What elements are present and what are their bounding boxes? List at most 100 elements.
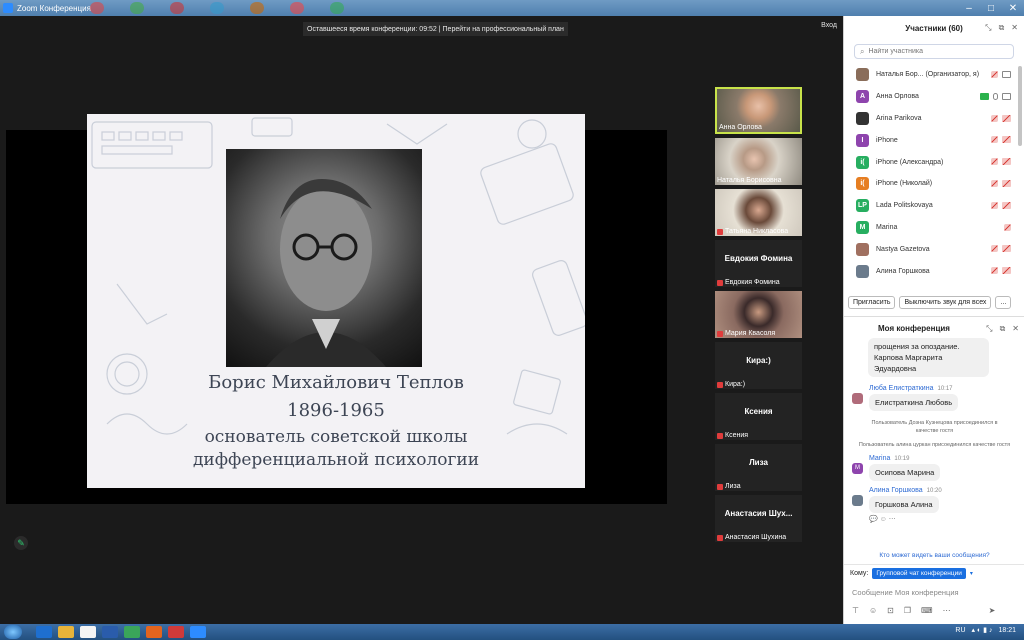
mic-icon[interactable]	[993, 92, 998, 100]
code-icon[interactable]: ⌨	[921, 606, 933, 615]
camera-off-icon[interactable]	[1002, 245, 1011, 253]
participant-name: Lada Politskovaya	[876, 202, 933, 210]
participant-search[interactable]: ⌕	[854, 44, 1014, 59]
chrome-icon[interactable]	[124, 626, 140, 638]
mic-off-icon[interactable]	[991, 158, 998, 166]
mic-off-icon[interactable]	[1004, 223, 1011, 231]
participant-row[interactable]: Наталья Бор... (Организатор, я)	[844, 64, 1024, 86]
camera-off-icon[interactable]	[1002, 114, 1011, 122]
collapse-icon[interactable]: ⤡	[986, 324, 992, 334]
gallery-tile[interactable]: Татьяна Никласова	[715, 189, 802, 236]
format-icon[interactable]: ⊤	[852, 606, 859, 615]
participant-row[interactable]: M Marina	[844, 217, 1024, 239]
invite-button[interactable]: Пригласить	[848, 296, 896, 309]
copy-icon[interactable]: ❐	[904, 606, 911, 615]
chat-message: прощения за опоздание. Карпова Маргарита…	[868, 338, 989, 377]
camera-icon[interactable]	[1002, 71, 1011, 78]
exit-label[interactable]: Вход	[821, 22, 837, 29]
media-icon[interactable]	[80, 626, 96, 638]
close-icon[interactable]: ✕	[1012, 324, 1019, 334]
participant-row[interactable]: Алина Горшкова	[844, 260, 1024, 282]
folder-icon[interactable]	[58, 626, 74, 638]
screen-share-icon	[980, 92, 989, 100]
gallery-tile[interactable]: Анна Орлова	[715, 87, 802, 134]
tile-name: Лиза	[717, 483, 741, 490]
collapse-icon[interactable]: ⤡	[985, 23, 991, 33]
portrait-photo	[226, 149, 422, 367]
mic-off-icon[interactable]	[991, 245, 998, 253]
mute-all-button[interactable]: Выключить звук для всех	[899, 296, 992, 309]
tile-name: Мария Квасоля	[717, 330, 775, 337]
message-actions[interactable]: 💬 ☺ ⋯	[869, 515, 942, 523]
windows-taskbar: RU ▴ ◐ ▮ ♪ 18:21	[0, 624, 1024, 640]
side-panel: Участники (60) ⤡ ⧉ ✕ ⌕ Наталья Бор... (О…	[843, 16, 1024, 624]
participant-row[interactable]: i( iPhone (Николай)	[844, 173, 1024, 195]
mic-off-icon[interactable]	[991, 267, 998, 275]
message-input[interactable]: Сообщение Моя конференция	[844, 582, 1024, 604]
mic-off-icon[interactable]	[991, 136, 998, 144]
zoom-icon[interactable]	[190, 626, 206, 638]
who-can-see-link[interactable]: Кто может видеть ваши сообщения?	[844, 552, 1024, 564]
tray-icons[interactable]: ▴ ◐ ▮ ♪	[972, 626, 993, 634]
emoji-icon[interactable]: ☺	[880, 516, 887, 523]
participant-name: Наталья Бор... (Организатор, я)	[876, 71, 980, 79]
participant-row[interactable]: Nastya Gazetova	[844, 238, 1024, 260]
chat-sender: Люба Елистраткина 10:17	[869, 385, 953, 392]
gallery-tile[interactable]: Мария Квасоля	[715, 291, 802, 338]
gallery-tile[interactable]: Евдокия Фомина Евдокия Фомина	[715, 240, 802, 287]
gallery-tile[interactable]: Наталья Борисовна	[715, 138, 802, 185]
camera-off-icon[interactable]	[1002, 179, 1011, 187]
popout-icon[interactable]: ⧉	[1000, 324, 1006, 334]
popout-icon[interactable]: ⧉	[999, 23, 1005, 33]
language-indicator[interactable]: RU	[955, 627, 965, 634]
camera-icon[interactable]	[1002, 92, 1011, 100]
send-icon[interactable]: ➤	[989, 606, 996, 615]
maximize-icon[interactable]: □	[980, 0, 1002, 16]
camera-off-icon[interactable]	[1002, 158, 1011, 166]
recipient-select[interactable]: Групповой чат конференции	[872, 568, 966, 579]
clock[interactable]: 18:21	[998, 627, 1016, 634]
annotate-pen-icon[interactable]: ✎	[14, 536, 28, 550]
participant-row[interactable]: i( iPhone (Александра)	[844, 151, 1024, 173]
participant-search-input[interactable]	[868, 48, 1008, 55]
mic-off-icon[interactable]	[991, 201, 998, 209]
chevron-down-icon[interactable]: ▾	[970, 570, 973, 577]
word-icon[interactable]	[102, 626, 118, 638]
participant-row[interactable]: LP Lada Politskovaya	[844, 195, 1024, 217]
gallery-tile[interactable]: Анастасия Шух... Анастасия Шухина	[715, 495, 802, 542]
more-icon[interactable]: ⋯	[943, 606, 951, 615]
gallery-tile[interactable]: Кира:) Кира:)	[715, 342, 802, 389]
more-icon[interactable]: ⋯	[889, 516, 896, 523]
participant-row[interactable]: Arina Parikova	[844, 108, 1024, 130]
close-icon[interactable]: ✕	[1002, 0, 1024, 16]
emoji-icon[interactable]: ☺	[869, 606, 877, 615]
minimize-icon[interactable]: –	[958, 0, 980, 16]
mic-off-icon[interactable]	[991, 179, 998, 187]
gallery-tile[interactable]: Ксения Ксения	[715, 393, 802, 440]
more-button[interactable]: ...	[995, 296, 1012, 309]
camera-off-icon[interactable]	[1002, 201, 1011, 209]
ie-icon[interactable]	[36, 626, 52, 638]
firefox-icon[interactable]	[146, 626, 162, 638]
participant-row[interactable]: А Анна Орлова	[844, 86, 1024, 108]
portrait-figure	[266, 179, 386, 367]
system-tray: RU ▴ ◐ ▮ ♪ 18:21	[955, 626, 1016, 635]
screenshot-icon[interactable]: ⊡	[887, 606, 894, 615]
ghost-icon	[330, 2, 344, 14]
avatar: M	[852, 463, 863, 474]
participant-row[interactable]: I iPhone	[844, 129, 1024, 151]
window-title-bar: Zoom Конференция – □ ✕	[0, 0, 1024, 16]
camera-off-icon[interactable]	[1002, 136, 1011, 144]
close-icon[interactable]: ✕	[1011, 23, 1018, 33]
opera-icon[interactable]	[168, 626, 184, 638]
mic-off-icon[interactable]	[991, 114, 998, 122]
tile-name: Кира:)	[717, 381, 745, 388]
start-button[interactable]	[4, 625, 22, 639]
chat-message: Елистраткина Любовь	[869, 394, 959, 411]
camera-off-icon[interactable]	[1002, 267, 1011, 275]
reply-icon[interactable]: 💬	[869, 516, 878, 523]
gallery-tile[interactable]: Лиза Лиза	[715, 444, 802, 491]
mic-off-icon[interactable]	[991, 71, 998, 78]
time-remaining-banner[interactable]: Оставшееся время конференции: 09:52 | Пе…	[303, 22, 568, 36]
participant-scrollbar[interactable]	[1018, 66, 1022, 146]
